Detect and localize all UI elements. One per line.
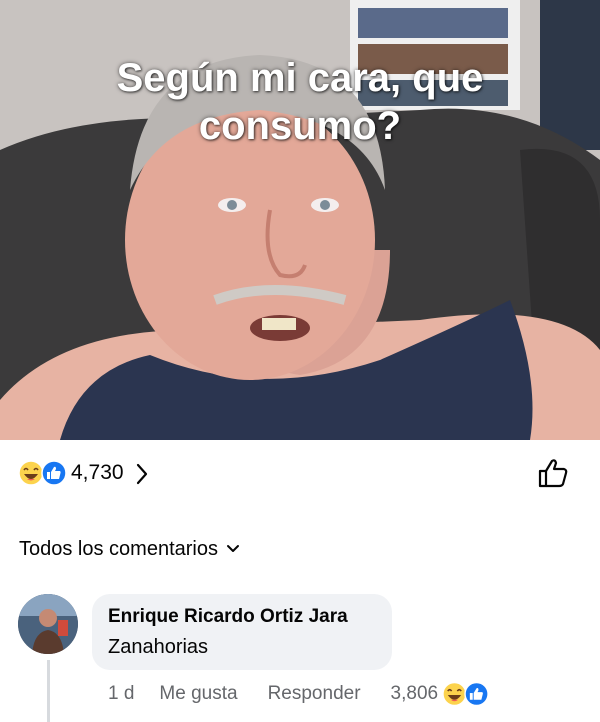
avatar[interactable] <box>18 594 78 654</box>
like-button-icon[interactable] <box>536 456 570 490</box>
post-caption: Según mi cara, que consumo? <box>116 56 484 148</box>
comment-bubble[interactable]: Enrique Ricardo Ortiz Jara Zanahorias <box>92 594 392 670</box>
post-reactions-bar: 4,730 <box>0 448 600 502</box>
comment-author[interactable]: Enrique Ricardo Ortiz Jara <box>108 605 376 629</box>
post-photo[interactable]: Según mi cara, que consumo? <box>0 0 600 440</box>
post-reaction-icons[interactable] <box>18 460 68 486</box>
chevron-down-icon <box>226 545 239 552</box>
haha-icon <box>442 681 467 707</box>
comment-like-button[interactable]: Me gusta <box>159 683 237 705</box>
like-icon <box>464 681 489 707</box>
haha-icon <box>18 460 44 486</box>
chevron-right-icon[interactable] <box>134 461 150 487</box>
like-icon <box>41 460 67 486</box>
all-comments-filter[interactable]: Todos los comentarios <box>19 536 240 562</box>
comment-timestamp[interactable]: 1 d <box>108 683 134 705</box>
avatar-image <box>18 594 78 654</box>
comment-text: Zanahorias <box>108 636 209 658</box>
comments-filter-label: Todos los comentarios <box>19 538 218 560</box>
comment-reaction-icons[interactable] <box>442 681 490 707</box>
comment-thread-line <box>47 660 50 722</box>
comment-actions: 1 d Me gusta Responder 3,806 <box>108 680 490 708</box>
post-reaction-count[interactable]: 4,730 <box>71 460 124 486</box>
comment-reaction-count[interactable]: 3,806 <box>391 683 439 705</box>
comment-reply-button[interactable]: Responder <box>268 683 361 705</box>
